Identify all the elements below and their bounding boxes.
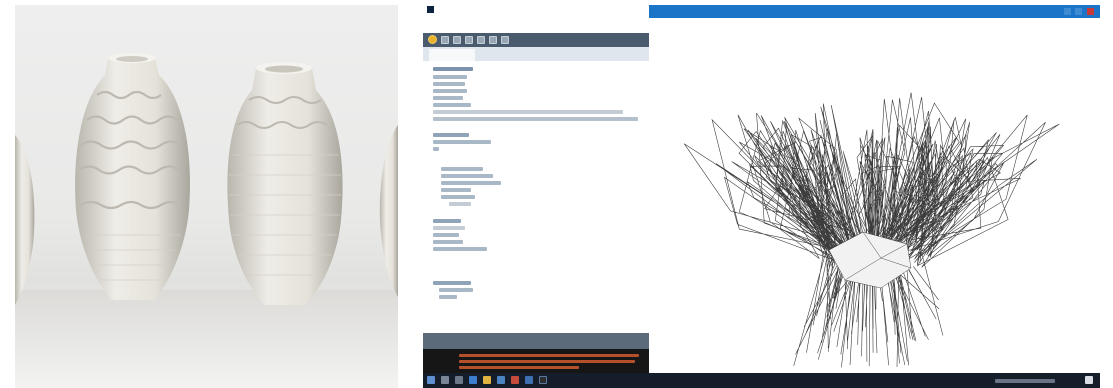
ide-status-bar bbox=[423, 333, 649, 349]
windows-taskbar bbox=[423, 373, 1100, 388]
vase-illustration bbox=[15, 53, 398, 388]
code-line bbox=[439, 288, 473, 292]
code-line bbox=[433, 147, 439, 151]
mesh-edges bbox=[683, 92, 1060, 368]
processing-icon[interactable] bbox=[539, 376, 547, 384]
code-line bbox=[433, 219, 461, 223]
app-icon-blue[interactable] bbox=[525, 376, 533, 384]
system-tray[interactable] bbox=[995, 379, 1055, 383]
new-button[interactable] bbox=[453, 36, 461, 44]
close-button[interactable] bbox=[1087, 8, 1094, 15]
partial-vase-left bbox=[15, 135, 35, 305]
sketch-titlebar bbox=[649, 5, 1100, 18]
open-button[interactable] bbox=[465, 36, 473, 44]
ide-window bbox=[423, 5, 649, 388]
code-line bbox=[433, 82, 465, 86]
code-line bbox=[433, 226, 465, 230]
code-line bbox=[441, 174, 493, 178]
code-line bbox=[433, 140, 491, 144]
store-icon[interactable] bbox=[497, 376, 505, 384]
ide-toolbar bbox=[423, 33, 649, 47]
console-error-line bbox=[459, 360, 635, 363]
edge-icon[interactable] bbox=[469, 376, 477, 384]
code-line bbox=[441, 167, 483, 171]
sketch-window bbox=[649, 5, 1100, 373]
code-line bbox=[433, 240, 463, 244]
code-line bbox=[433, 67, 473, 71]
ide-menubar[interactable] bbox=[423, 15, 649, 27]
console-error-line bbox=[459, 354, 639, 357]
ide-tabbar bbox=[423, 47, 649, 61]
code-line bbox=[441, 181, 501, 185]
ide-titlebar bbox=[423, 5, 649, 15]
wireframe-vessel-canvas[interactable] bbox=[649, 18, 1100, 373]
debug-button[interactable] bbox=[501, 36, 509, 44]
app-icon-red[interactable] bbox=[511, 376, 519, 384]
code-editor[interactable] bbox=[423, 61, 649, 333]
save-button[interactable] bbox=[477, 36, 485, 44]
code-line bbox=[441, 195, 475, 199]
start-button[interactable] bbox=[427, 376, 435, 384]
code-line bbox=[433, 133, 469, 137]
search-icon[interactable] bbox=[441, 376, 449, 384]
export-button[interactable] bbox=[489, 36, 497, 44]
wireframe-mesh bbox=[683, 92, 1060, 368]
code-line bbox=[449, 202, 471, 206]
notifications-icon[interactable] bbox=[1085, 376, 1093, 384]
console-error-line bbox=[459, 366, 579, 369]
code-line bbox=[433, 96, 463, 100]
partial-vase-right bbox=[379, 125, 398, 297]
folder-icon[interactable] bbox=[483, 376, 491, 384]
code-line bbox=[433, 75, 467, 79]
code-line bbox=[439, 295, 457, 299]
code-line bbox=[433, 281, 471, 285]
code-line bbox=[433, 117, 638, 121]
desktop-screenshot bbox=[423, 5, 1100, 388]
code-line bbox=[433, 233, 459, 237]
code-line bbox=[433, 110, 623, 114]
maximize-button[interactable] bbox=[1075, 8, 1082, 15]
textured-vase bbox=[75, 53, 190, 300]
code-line bbox=[433, 247, 487, 251]
smooth-vase bbox=[227, 62, 343, 305]
code-line bbox=[441, 188, 471, 192]
task-view-icon[interactable] bbox=[455, 376, 463, 384]
stop-button[interactable] bbox=[441, 36, 449, 44]
code-line bbox=[433, 89, 467, 93]
minimize-button[interactable] bbox=[1064, 8, 1071, 15]
sketch-tab[interactable] bbox=[429, 49, 475, 61]
app-icon bbox=[427, 6, 434, 13]
vase-photo bbox=[15, 5, 398, 388]
ide-console bbox=[423, 349, 649, 373]
code-line bbox=[433, 103, 471, 107]
run-button[interactable] bbox=[428, 35, 437, 44]
